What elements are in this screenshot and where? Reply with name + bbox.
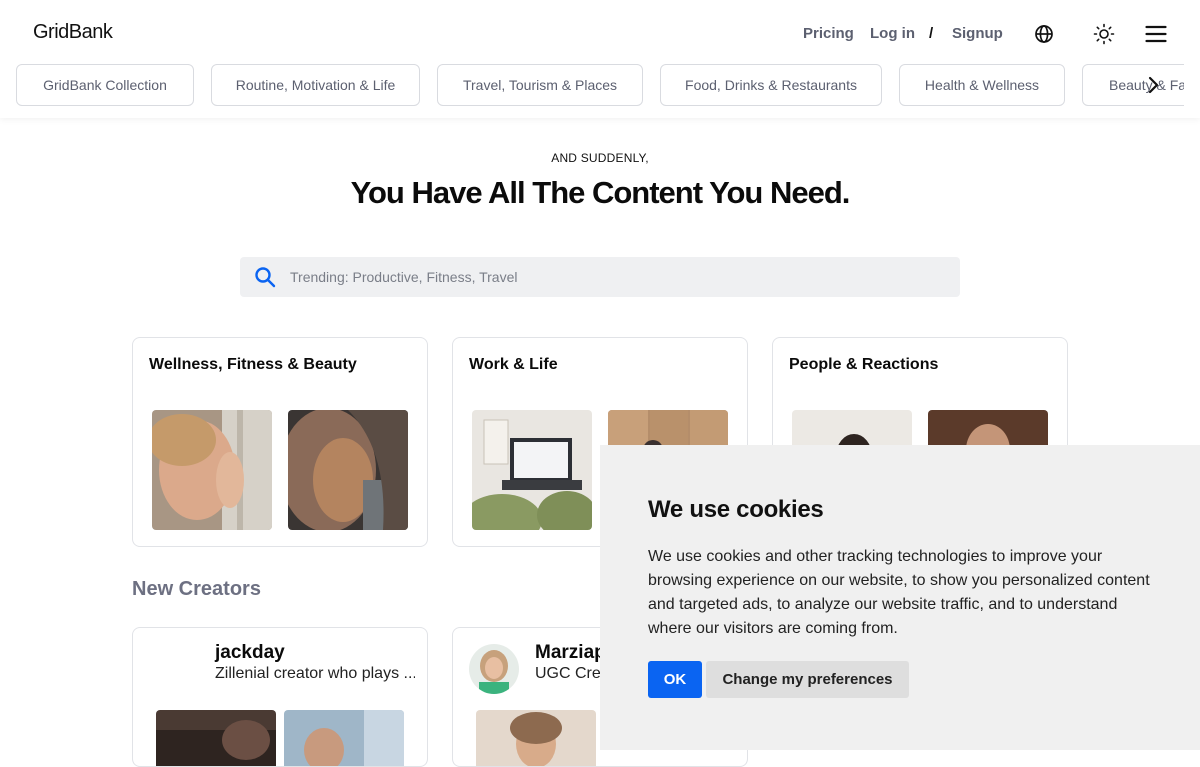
category-chip[interactable]: Routine, Motivation & Life: [211, 64, 420, 106]
collection-thumbnail[interactable]: [472, 410, 592, 530]
creator-card[interactable]: jackday Zillenial creator who plays ...: [132, 627, 428, 767]
new-creators-title: New Creators: [132, 578, 261, 600]
collection-card[interactable]: Wellness, Fitness & Beauty: [132, 337, 428, 547]
pricing-link[interactable]: Pricing: [803, 25, 854, 42]
category-chip[interactable]: Food, Drinks & Restaurants: [660, 64, 882, 106]
brand-logo[interactable]: GridBank: [33, 21, 113, 44]
collection-title: Work & Life: [469, 356, 558, 373]
creator-thumbnail[interactable]: [156, 710, 276, 766]
cookie-body: We use cookies and other tracking techno…: [648, 548, 1150, 637]
collection-thumbnail[interactable]: [152, 410, 272, 530]
cookie-banner: We use cookies We use cookies and other …: [600, 445, 1200, 750]
collection-title: Wellness, Fitness & Beauty: [149, 356, 357, 373]
category-fade: [1184, 64, 1200, 106]
nav-separator: /: [929, 25, 934, 42]
menu-icon[interactable]: [1144, 22, 1168, 46]
avatar[interactable]: [469, 644, 519, 694]
creator-bio: Zillenial creator who plays ...: [215, 665, 415, 682]
creator-name[interactable]: jackday: [215, 642, 285, 664]
cookie-preferences-button[interactable]: Change my preferences: [706, 661, 909, 698]
creator-thumbnail[interactable]: [284, 710, 404, 766]
login-link[interactable]: Log in: [870, 25, 915, 42]
search-bar[interactable]: [240, 257, 960, 297]
category-chip[interactable]: Health & Wellness: [899, 64, 1065, 106]
creator-thumbnail[interactable]: [476, 710, 596, 766]
chevron-right-icon[interactable]: [1142, 74, 1164, 96]
sun-icon[interactable]: [1092, 22, 1116, 46]
cookie-title: We use cookies: [648, 496, 824, 523]
hero-headline: You Have All The Content You Need.: [350, 175, 851, 210]
creator-name[interactable]: Marziap: [535, 642, 606, 664]
category-chip[interactable]: Beauty & Fashion: [1082, 64, 1200, 106]
category-chip[interactable]: Travel, Tourism & Places: [437, 64, 643, 106]
globe-icon[interactable]: [1032, 22, 1056, 46]
category-bar: GridBank Collection Routine, Motivation …: [0, 64, 1200, 106]
cookie-ok-button[interactable]: OK: [648, 661, 702, 698]
collection-title: People & Reactions: [789, 356, 939, 373]
category-chip[interactable]: GridBank Collection: [16, 64, 194, 106]
collection-thumbnail[interactable]: [288, 410, 408, 530]
signup-link[interactable]: Signup: [952, 25, 1003, 42]
site-header: GridBank Pricing Log in / Signup GridBan…: [0, 0, 1200, 118]
search-icon[interactable]: [240, 257, 290, 297]
search-input[interactable]: [290, 269, 930, 285]
hero-eyebrow: AND SUDDENLY,: [551, 151, 649, 165]
